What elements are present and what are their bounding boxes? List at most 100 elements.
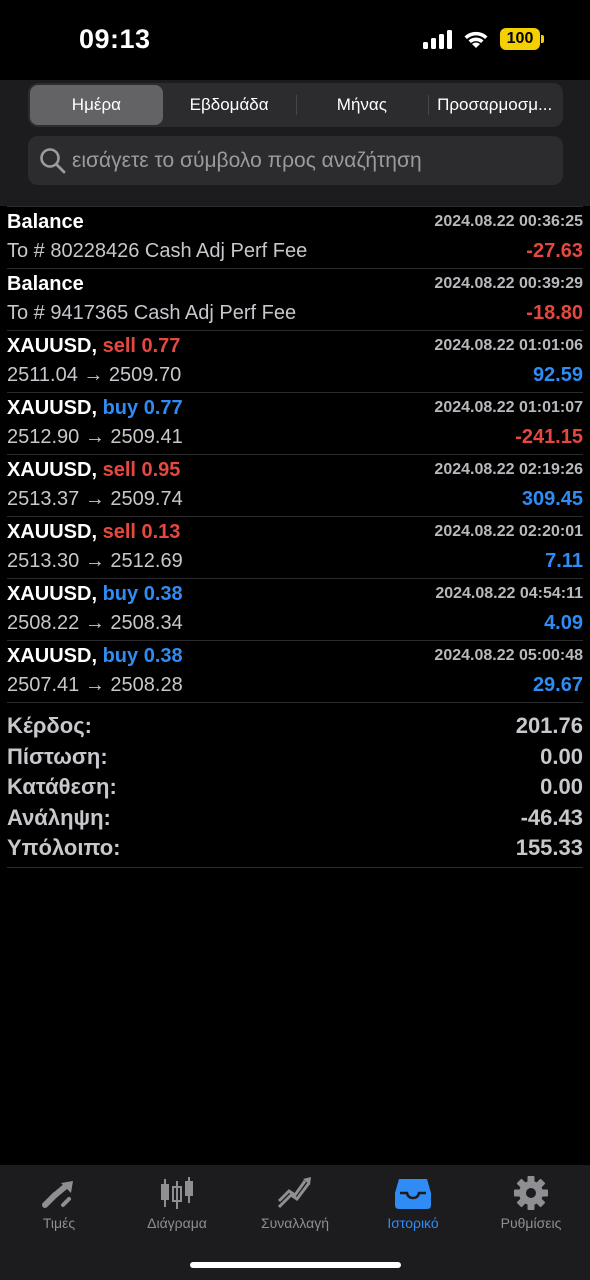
summary-label: Ανάληψη:: [7, 804, 111, 830]
deal-title: XAUUSD, buy 0.38: [7, 645, 183, 668]
list-item[interactable]: XAUUSD, sell 0.77 2024.08.22 01:01:06 25…: [7, 330, 583, 392]
deal-profit: -27.63: [526, 240, 583, 262]
cellular-signal-icon: [423, 29, 452, 49]
segment-custom-label: Προσαρμοσμ...: [437, 95, 553, 114]
status-bar: 09:13 100: [0, 0, 590, 80]
tab-label: Συναλλαγή: [260, 1215, 330, 1231]
battery-icon: 100: [500, 28, 544, 50]
quotes-icon: [42, 1181, 73, 1208]
deal-prices: 2507.41 → 2508.28: [7, 674, 183, 696]
deal-title: Balance: [7, 211, 84, 234]
deal-title: XAUUSD, sell 0.95: [7, 459, 180, 482]
deal-symbol: Balance: [7, 273, 84, 295]
list-item[interactable]: Balance 2024.08.22 00:36:25 To # 8022842…: [7, 206, 583, 268]
deal-time: 2024.08.22 01:01:06: [434, 337, 583, 354]
deal-symbol: XAUUSD,: [7, 335, 98, 357]
deal-side: sell: [102, 459, 136, 481]
deal-side: buy: [102, 645, 139, 667]
summary-balance: Υπόλοιπο: 155.33: [7, 833, 583, 864]
deal-title: Balance: [7, 273, 84, 296]
tab-label: Ρυθμίσεις: [500, 1215, 562, 1231]
deal-prices: 2513.37 → 2509.74: [7, 488, 183, 510]
deal-prices: 2508.22 → 2508.34: [7, 612, 183, 634]
tab-chart[interactable]: Διάγραμα: [118, 1175, 236, 1231]
tab-history[interactable]: Ιστορικό: [354, 1175, 472, 1231]
segment-week[interactable]: Εβδομάδα: [163, 85, 296, 125]
deal-prices: 2511.04 → 2509.70: [7, 364, 182, 386]
settings-icon: [514, 1176, 548, 1210]
deal-title: XAUUSD, buy 0.77: [7, 397, 183, 420]
wifi-icon: [462, 29, 490, 49]
deal-side: buy: [102, 583, 139, 605]
tab-label: Ιστορικό: [387, 1215, 439, 1231]
search-input[interactable]: [72, 148, 552, 173]
list-item[interactable]: Balance 2024.08.22 00:39:29 To # 9417365…: [7, 268, 583, 330]
summary-label: Κέρδος:: [7, 713, 92, 739]
search-icon: [40, 147, 66, 173]
summary-label: Υπόλοιπο:: [7, 835, 121, 861]
deal-profit: 29.67: [532, 674, 583, 696]
deal-time: 2024.08.22 05:00:48: [434, 647, 583, 664]
deal-side: sell: [102, 335, 136, 357]
list-item[interactable]: XAUUSD, sell 0.95 2024.08.22 02:19:26 25…: [7, 454, 583, 516]
list-item[interactable]: XAUUSD, sell 0.13 2024.08.22 02:20:01 25…: [7, 516, 583, 578]
deal-profit: -18.80: [526, 302, 583, 324]
summary-value: 0.00: [540, 743, 583, 769]
deal-volume: 0.38: [143, 645, 183, 667]
deal-symbol: XAUUSD,: [7, 583, 98, 605]
deal-title: XAUUSD, buy 0.38: [7, 583, 183, 606]
deal-time: 2024.08.22 00:39:29: [434, 275, 583, 292]
deal-side: buy: [102, 397, 139, 419]
deal-profit: 92.59: [532, 364, 583, 386]
deal-comment: To # 80228426 Cash Adj Perf Fee: [7, 240, 308, 262]
history-list: Balance 2024.08.22 00:36:25 To # 8022842…: [0, 206, 590, 868]
list-item[interactable]: XAUUSD, buy 0.38 2024.08.22 04:54:11 250…: [7, 578, 583, 640]
summary-value: 201.76: [515, 713, 583, 739]
deal-comment: To # 9417365 Cash Adj Perf Fee: [7, 302, 297, 324]
list-item[interactable]: XAUUSD, buy 0.77 2024.08.22 01:01:07 251…: [7, 392, 583, 454]
summary-withdrawal: Ανάληψη: -46.43: [7, 803, 583, 834]
deal-symbol: XAUUSD,: [7, 459, 98, 481]
summary-profit: Κέρδος: 201.76: [7, 711, 583, 742]
segment-divider: [428, 95, 430, 115]
segment-month-label: Μήνας: [336, 95, 387, 114]
segment-month[interactable]: Μήνας: [295, 85, 429, 125]
segment-divider: [295, 95, 297, 115]
deal-volume: 0.38: [143, 583, 183, 605]
home-indicator[interactable]: [190, 1262, 401, 1268]
summary-value: 155.33: [515, 835, 583, 861]
summary-value: 0.00: [540, 774, 583, 800]
tab-settings[interactable]: Ρυθμίσεις: [472, 1175, 590, 1231]
deal-profit: 4.09: [544, 612, 583, 634]
deal-profit: 7.11: [545, 550, 583, 572]
deal-profit: -241.15: [515, 426, 583, 448]
deal-prices: 2513.30 → 2512.69: [7, 550, 183, 572]
tab-quotes[interactable]: Τιμές: [0, 1175, 118, 1231]
deal-side: sell: [102, 521, 136, 543]
list-item[interactable]: XAUUSD, buy 0.38 2024.08.22 05:00:48 250…: [7, 640, 583, 702]
deal-symbol: XAUUSD,: [7, 645, 98, 667]
tab-trade[interactable]: Συναλλαγή: [236, 1175, 354, 1231]
status-time: 09:13: [79, 24, 151, 54]
period-segmented-control: Ημέρα Εβδομάδα Μήνας Προσαρμοσμ...: [28, 83, 563, 127]
chart-icon: [161, 1177, 193, 1209]
deal-time: 2024.08.22 00:36:25: [434, 213, 583, 230]
deal-symbol: Balance: [7, 211, 84, 233]
deal-title: XAUUSD, sell 0.13: [7, 521, 180, 544]
account-summary: Κέρδος: 201.76 Πίστωση: 0.00 Κατάθεση: 0.00…: [7, 702, 583, 868]
segment-custom[interactable]: Προσαρμοσμ...: [428, 85, 561, 125]
search-bar[interactable]: [28, 136, 563, 185]
deal-profit: 309.45: [521, 488, 583, 510]
deal-volume: 0.13: [141, 521, 181, 543]
deal-time: 2024.08.22 02:20:01: [434, 523, 583, 540]
summary-label: Πίστωση:: [7, 743, 108, 769]
deal-time: 2024.08.22 01:01:07: [434, 399, 583, 416]
history-icon: [395, 1179, 431, 1209]
segment-day[interactable]: Ημέρα: [30, 85, 163, 125]
summary-value: -46.43: [520, 804, 583, 830]
history-header: Ημέρα Εβδομάδα Μήνας Προσαρμοσμ...: [0, 80, 590, 206]
deal-time: 2024.08.22 04:54:11: [435, 585, 583, 602]
deal-symbol: XAUUSD,: [7, 521, 98, 543]
status-icons: 100: [423, 28, 544, 50]
summary-label: Κατάθεση:: [7, 774, 117, 800]
